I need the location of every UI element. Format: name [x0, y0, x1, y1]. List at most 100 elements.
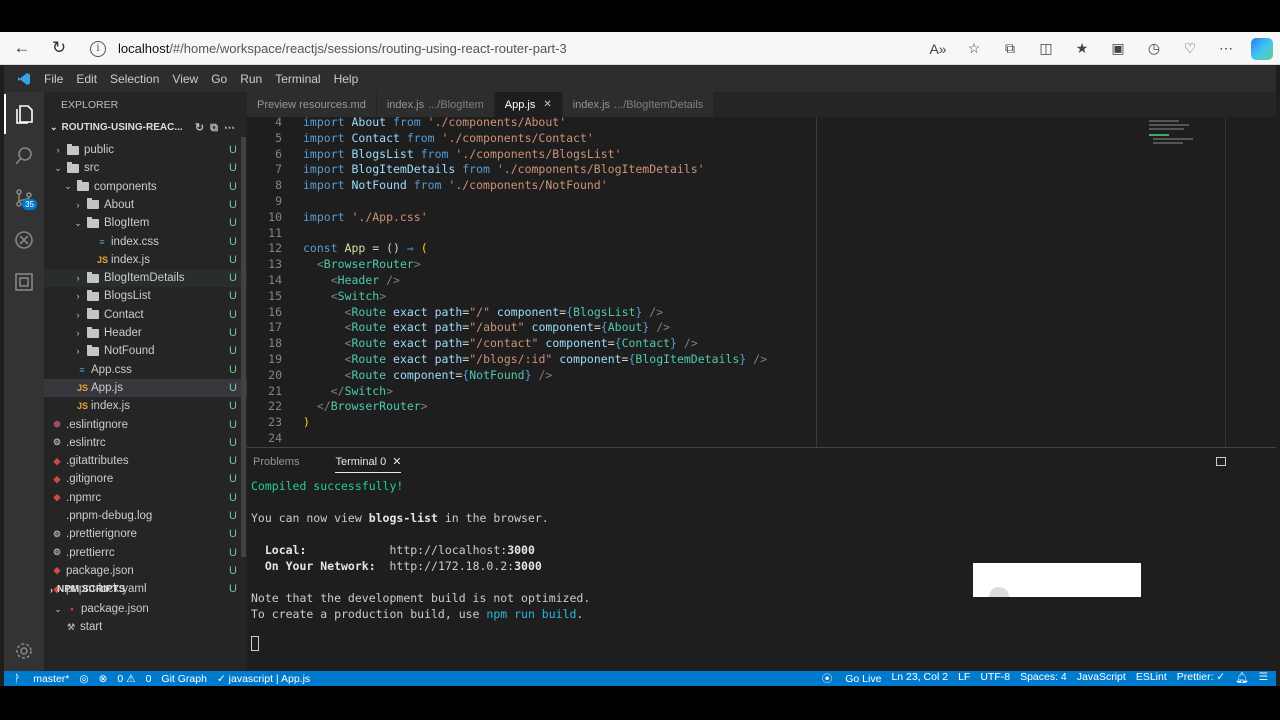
- sidebar-scrollbar[interactable]: [241, 137, 246, 557]
- explorer-files-icon[interactable]: [4, 94, 44, 134]
- tree-file[interactable]: ◆ .gitignore U: [44, 470, 247, 488]
- eslint-indicator[interactable]: ESLint: [1136, 671, 1167, 686]
- encoding-indicator[interactable]: UTF-8: [980, 671, 1010, 686]
- tree-folder[interactable]: › public U: [44, 141, 247, 159]
- branch-indicator[interactable]: ᚹ master*: [14, 673, 69, 685]
- tree-file[interactable]: ⚙ .prettierignore U: [44, 525, 247, 543]
- eol-indicator[interactable]: LF: [958, 671, 970, 686]
- terminal-tab-label: Terminal 0: [335, 456, 387, 468]
- tree-folder[interactable]: › Contact U: [44, 306, 247, 324]
- more-icon[interactable]: ⋯: [1208, 40, 1244, 57]
- npm-scripts-header[interactable]: › NPM SCRIPTS: [44, 580, 247, 599]
- go-live-button[interactable]: ⦿ Go Live: [822, 671, 882, 686]
- maximize-panel-icon[interactable]: [1216, 457, 1226, 466]
- menu-selection[interactable]: Selection: [110, 72, 159, 86]
- copilot-icon[interactable]: [1251, 37, 1273, 60]
- menu-help[interactable]: Help: [334, 72, 359, 86]
- menu-edit[interactable]: Edit: [76, 72, 97, 86]
- browser-essentials-icon[interactable]: ♡: [1172, 40, 1208, 57]
- branch-name: master*: [33, 672, 70, 685]
- extensions-view-icon[interactable]: [4, 262, 44, 302]
- tree-file[interactable]: ◆ package.json U: [44, 562, 247, 580]
- tree-file[interactable]: JS index.js U: [44, 397, 247, 415]
- notifications-bell-icon[interactable]: 🔔︎: [1235, 671, 1248, 686]
- folder-icon: [87, 198, 99, 210]
- vscode-window: File Edit Selection View Go Run Terminal…: [4, 65, 1276, 686]
- tree-file[interactable]: ⚙ .eslintrc U: [44, 434, 247, 452]
- tree-file[interactable]: .pnpm-debug.log U: [44, 507, 247, 525]
- terminal-line: Local: http://localhost:3000: [251, 543, 535, 557]
- prettier-indicator[interactable]: Prettier: ✓: [1177, 671, 1225, 686]
- tree-item-label: public: [84, 144, 115, 156]
- tree-folder[interactable]: ⌄ BlogItem U: [44, 214, 247, 232]
- problems-indicator[interactable]: ⊗ 0 ⚠ 0: [99, 673, 152, 685]
- code-editor[interactable]: 4 import About from './components/About' 5…: [247, 117, 1276, 447]
- tree-file[interactable]: ≡ index.css U: [44, 233, 247, 251]
- favorites-icon[interactable]: ★: [1064, 40, 1100, 57]
- sync-icon[interactable]: ◎: [79, 673, 88, 685]
- cursor-position[interactable]: Ln 23, Col 2: [891, 671, 948, 686]
- tree-folder[interactable]: › Header U: [44, 324, 247, 342]
- bottom-panel: Problems Terminal 0 ✕ Compiled successful…: [247, 447, 1276, 671]
- favorite-star-icon[interactable]: ☆: [956, 40, 992, 57]
- feedback-icon[interactable]: ☰: [1259, 671, 1268, 686]
- tree-file[interactable]: ◆ .npmrc U: [44, 489, 247, 507]
- search-icon[interactable]: [4, 136, 44, 176]
- tree-file[interactable]: ⊛ .eslintignore U: [44, 416, 247, 434]
- npm-package-item[interactable]: ⌄ ▪ package.json: [44, 600, 247, 618]
- debug-icon[interactable]: [4, 220, 44, 260]
- refresh-icon[interactable]: ↻: [46, 35, 72, 61]
- tree-folder[interactable]: ⌄ src U: [44, 159, 247, 177]
- editor-tab[interactable]: Preview resources.md: [247, 92, 377, 117]
- tree-folder[interactable]: › About U: [44, 196, 247, 214]
- close-icon[interactable]: ✕: [392, 456, 401, 468]
- history-icon[interactable]: ◷: [1136, 40, 1172, 57]
- minimap[interactable]: [1149, 120, 1224, 150]
- git-status-badge: U: [229, 455, 237, 468]
- tree-folder[interactable]: › NotFound U: [44, 342, 247, 360]
- extensions-icon[interactable]: ⧉: [992, 40, 1028, 57]
- back-icon[interactable]: ←: [9, 35, 35, 61]
- menu-view[interactable]: View: [172, 72, 198, 86]
- line-number: 18: [268, 336, 282, 351]
- info-icon[interactable]: i: [90, 40, 106, 57]
- close-icon[interactable]: ✕: [543, 99, 551, 110]
- address-bar[interactable]: i localhost/#/home/workspace/reactjs/ses…: [90, 36, 1010, 61]
- tab-terminal[interactable]: Terminal 0 ✕: [335, 455, 402, 473]
- git-status-badge: U: [229, 436, 237, 449]
- tree-file[interactable]: JS index.js U: [44, 251, 247, 269]
- git-graph-button[interactable]: Git Graph: [161, 673, 207, 685]
- language-mode[interactable]: JavaScript: [1077, 671, 1126, 686]
- workspace-section-header[interactable]: ⌄ ROUTING-USING-REAC... ↻⧉⋯: [44, 118, 247, 137]
- tree-file[interactable]: ≡ App.css U: [44, 361, 247, 379]
- tree-folder[interactable]: ⌄ components U: [44, 178, 247, 196]
- menu-run[interactable]: Run: [240, 72, 262, 86]
- tree-file[interactable]: ◆ .gitattributes U: [44, 452, 247, 470]
- npm-script-item[interactable]: ⚒ start: [44, 618, 247, 636]
- menu-terminal[interactable]: Terminal: [275, 72, 320, 86]
- git-status-badge: U: [229, 381, 237, 394]
- read-aloud-icon[interactable]: A»: [920, 41, 956, 57]
- npm-scripts-section: › NPM SCRIPTS ⌄ ▪ package.json ⚒ start: [44, 580, 247, 633]
- indentation-indicator[interactable]: Spaces: 4: [1020, 671, 1067, 686]
- tree-item-label: .npmrc: [66, 491, 102, 504]
- tree-file[interactable]: JS App.js U: [44, 378, 247, 397]
- collections-icon[interactable]: ▣: [1100, 40, 1136, 57]
- menu-go[interactable]: Go: [211, 72, 227, 86]
- section-actions[interactable]: ↻⧉⋯: [195, 121, 241, 135]
- tree-folder[interactable]: › BlogsList U: [44, 287, 247, 305]
- source-control-icon[interactable]: 35: [4, 178, 44, 218]
- settings-gear-icon[interactable]: [4, 631, 44, 671]
- tree-folder[interactable]: › BlogItemDetails U: [44, 269, 247, 288]
- editor-tab[interactable]: App.js ✕: [494, 92, 563, 117]
- folder-icon: [67, 161, 79, 173]
- tree-file[interactable]: ⚙ .prettierrc U: [44, 544, 247, 562]
- source-control-badge: 35: [22, 199, 37, 210]
- git-file-icon: ◆: [53, 473, 61, 484]
- split-screen-icon[interactable]: ◫: [1028, 40, 1064, 57]
- editor-tab[interactable]: index.js .../BlogItem: [376, 92, 495, 117]
- language-file-indicator[interactable]: ✓ javascript | App.js: [217, 673, 310, 685]
- menu-file[interactable]: File: [44, 72, 63, 86]
- editor-tab[interactable]: index.js .../BlogItemDetails: [562, 92, 715, 117]
- tab-problems[interactable]: Problems: [253, 456, 299, 468]
